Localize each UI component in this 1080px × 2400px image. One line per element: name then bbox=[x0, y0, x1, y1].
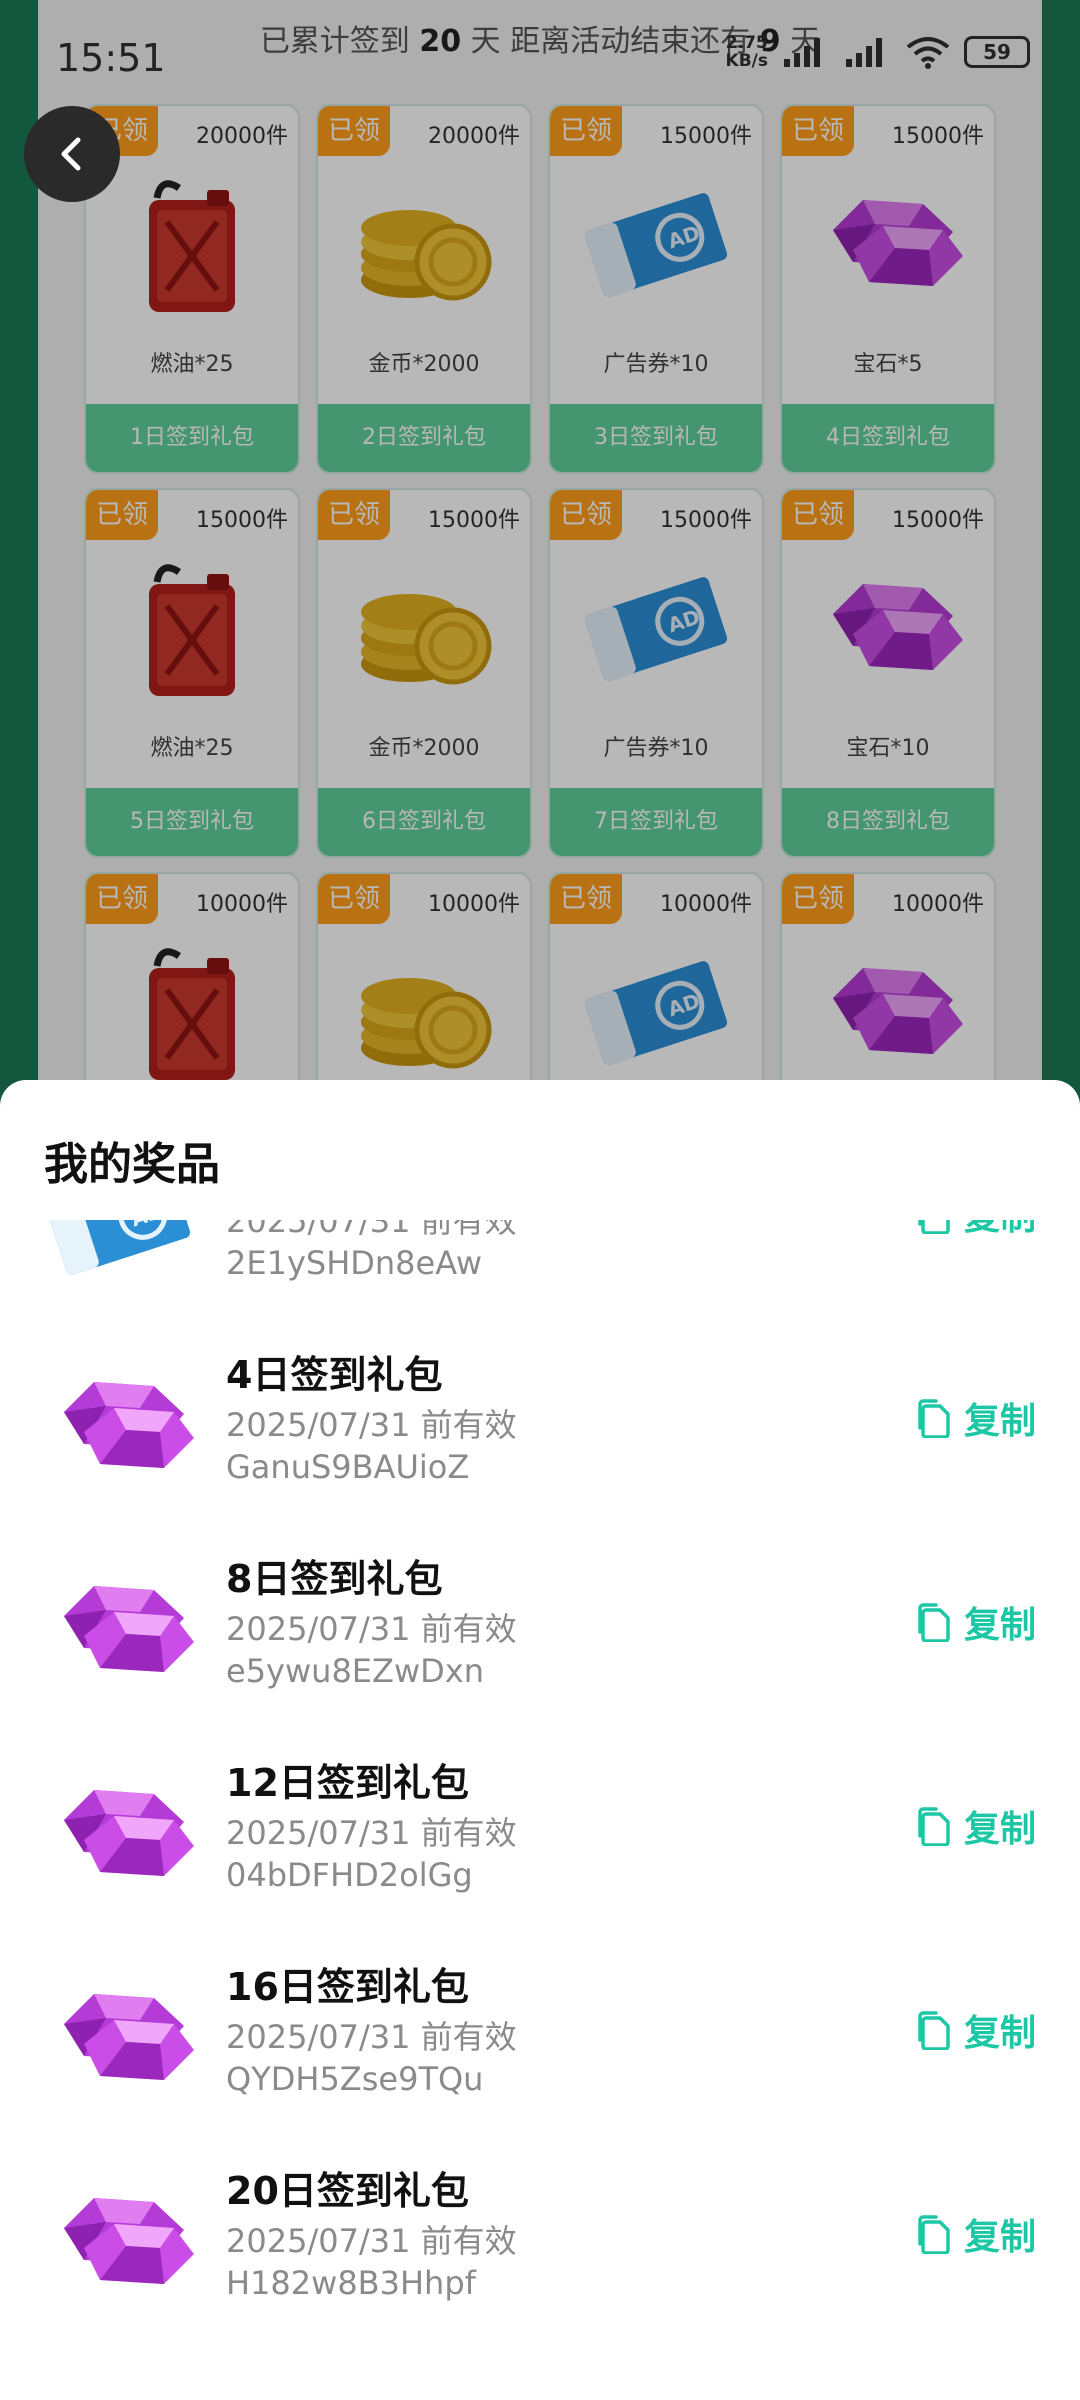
network-speed: 2.75 KB/s bbox=[726, 34, 768, 70]
status-icons: 2.75 KB/s 59 bbox=[726, 34, 1030, 70]
copy-icon bbox=[918, 2011, 950, 2050]
chevron-left-icon bbox=[61, 137, 81, 171]
copy-label: 复制 bbox=[964, 1220, 1036, 1240]
copy-icon bbox=[918, 1807, 950, 1846]
wifi-icon bbox=[906, 37, 950, 69]
copy-label: 复制 bbox=[963, 2217, 1036, 2258]
sheet-title: 我的奖品 bbox=[44, 1139, 220, 1190]
prize-row: 8日签到礼包 2025/07/31 前有效 e5ywu8EZwDxn 复制 bbox=[0, 1516, 1080, 1720]
redeem-code: GanuS9BAUioZ bbox=[226, 1448, 470, 1486]
redeem-code: QYDH5Zse9TQu bbox=[226, 2060, 484, 2098]
prize-name: 16日签到礼包 bbox=[226, 1965, 469, 2009]
purple-gem-icon bbox=[44, 1352, 204, 1482]
copy-icon bbox=[918, 1603, 950, 1642]
purple-gem-icon bbox=[44, 2168, 204, 2298]
prize-expiry: 2025/07/31 前有效 bbox=[226, 2222, 517, 2260]
copy-label: 复制 bbox=[963, 2013, 1036, 2054]
redeem-code: e5ywu8EZwDxn bbox=[226, 1652, 484, 1690]
prize-expiry: 2025/07/31 前有效 bbox=[226, 1220, 517, 1240]
prize-row: 12日签到礼包 2025/07/31 前有效 04bDFHD2olGg 复制 bbox=[0, 1720, 1080, 1924]
clock: 15:51 bbox=[56, 36, 166, 80]
copy-label: 复制 bbox=[963, 1809, 1036, 1850]
status-bar: 15:51 2.75 KB/s 59 bbox=[0, 0, 1080, 110]
prize-name: 12日签到礼包 bbox=[226, 1761, 469, 1805]
prize-expiry: 2025/07/31 前有效 bbox=[226, 1610, 517, 1648]
prize-list[interactable]: AD 2025/07/31 前有效 2E1ySHDn8eAw 复制 4日签到礼包 20… bbox=[0, 1220, 1080, 2400]
prize-expiry: 2025/07/31 前有效 bbox=[226, 1406, 517, 1444]
purple-gem-icon bbox=[44, 1964, 204, 2094]
modal-overlay[interactable] bbox=[0, 0, 1080, 1110]
battery-indicator: 59 bbox=[964, 36, 1030, 68]
copy-label: 复制 bbox=[963, 1401, 1036, 1442]
copy-button[interactable]: 复制 bbox=[916, 2004, 1036, 2056]
redeem-code: 2E1ySHDn8eAw bbox=[226, 1244, 482, 1282]
purple-gem-icon bbox=[44, 1556, 204, 1686]
prize-row: 4日签到礼包 2025/07/31 前有效 GanuS9BAUioZ 复制 bbox=[0, 1312, 1080, 1516]
copy-button[interactable]: 复制 bbox=[916, 1800, 1036, 1852]
prize-expiry: 2025/07/31 前有效 bbox=[226, 2018, 517, 2056]
prize-row: 16日签到礼包 2025/07/31 前有效 QYDH5Zse9TQu 复制 bbox=[0, 1924, 1080, 2128]
copy-icon bbox=[918, 1220, 950, 1234]
prize-row: AD 2025/07/31 前有效 2E1ySHDn8eAw 复制 bbox=[0, 1220, 1080, 1312]
prize-name: 4日签到礼包 bbox=[226, 1353, 443, 1397]
purple-gem-icon bbox=[44, 1760, 204, 1890]
copy-icon bbox=[918, 1399, 950, 1438]
redeem-code: H182w8B3Hhpf bbox=[226, 2264, 476, 2302]
copy-button[interactable]: 复制 bbox=[916, 1220, 1036, 1240]
my-prizes-sheet: 我的奖品 AD 2025/07/31 前有效 2E1ySHDn8eAw 复制 4日签… bbox=[0, 1080, 1080, 2400]
prize-name: 8日签到礼包 bbox=[226, 1557, 443, 1601]
signal-icon-2 bbox=[846, 38, 882, 67]
copy-button[interactable]: 复制 bbox=[916, 2208, 1036, 2260]
copy-button[interactable]: 复制 bbox=[916, 1596, 1036, 1648]
copy-icon bbox=[918, 2215, 950, 2254]
ad-ticket-icon: AD bbox=[44, 1220, 204, 1278]
prize-name: 20日签到礼包 bbox=[226, 2169, 469, 2213]
copy-button[interactable]: 复制 bbox=[916, 1392, 1036, 1444]
signal-icon bbox=[784, 38, 820, 67]
back-button[interactable] bbox=[24, 106, 120, 202]
prize-row: 20日签到礼包 2025/07/31 前有效 H182w8B3Hhpf 复制 bbox=[0, 2128, 1080, 2332]
net-speed-value: 2.75 bbox=[725, 33, 768, 53]
redeem-code: 04bDFHD2olGg bbox=[226, 1856, 473, 1894]
net-speed-unit: KB/s bbox=[725, 51, 768, 71]
prize-expiry: 2025/07/31 前有效 bbox=[226, 1814, 517, 1852]
copy-label: 复制 bbox=[963, 1605, 1036, 1646]
